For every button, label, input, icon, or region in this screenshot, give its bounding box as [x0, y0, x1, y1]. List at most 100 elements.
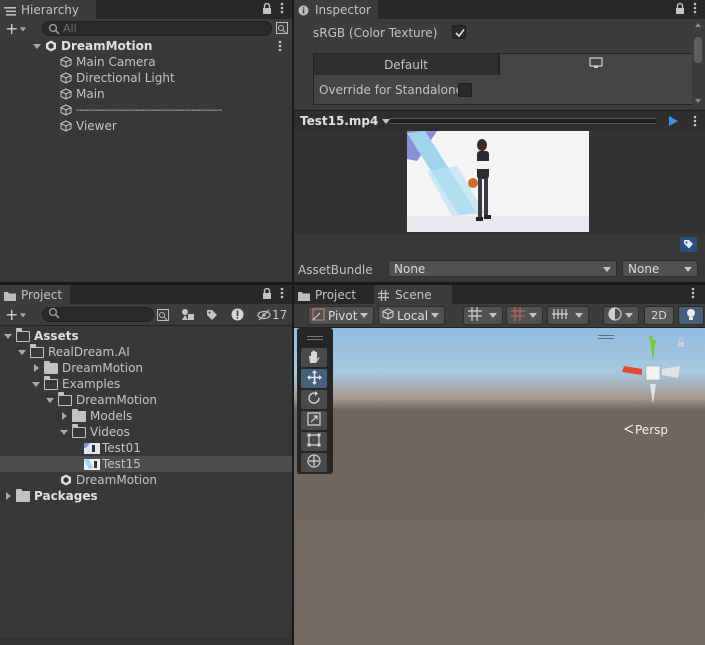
expand-chevron-icon[interactable] [33, 42, 41, 50]
more-options-icon[interactable] [693, 2, 697, 17]
scene-visibility-icon[interactable] [276, 22, 288, 37]
tree-item-test01[interactable]: Test01 [0, 440, 292, 456]
hierarchy-scene-row[interactable]: DreamMotion [0, 38, 292, 54]
tree-item-dreammotion-sub[interactable]: DreamMotion [0, 392, 292, 408]
preview-more-options-icon[interactable] [693, 115, 697, 130]
tree-item-label: Models [90, 409, 133, 423]
tree-item-realdream[interactable]: RealDream.AI [0, 344, 292, 360]
tree-item-packages[interactable]: Packages [0, 488, 292, 504]
lock-icon[interactable] [262, 287, 272, 302]
lock-icon[interactable] [262, 2, 272, 17]
lighting-toggle-button[interactable] [678, 306, 704, 325]
tab-scene[interactable]: Scene [374, 285, 452, 304]
search-by-scene-icon[interactable] [157, 309, 169, 324]
tree-item-test15[interactable]: Test15 [0, 456, 292, 472]
hierarchy-item-separator[interactable]: ----------------------------------------… [0, 102, 292, 118]
tree-item-videos[interactable]: Videos [0, 424, 292, 440]
expand-chevron-icon[interactable] [4, 332, 12, 340]
asset-labels-icon-box[interactable] [680, 237, 697, 252]
collapse-chevron-icon[interactable] [4, 492, 12, 500]
platform-tab-default[interactable]: Default [313, 53, 499, 75]
pivot-dropdown[interactable]: Pivot [308, 306, 374, 325]
hierarchy-tabbar: Hierarchy [0, 0, 292, 19]
draw-mode-dropdown[interactable] [603, 306, 639, 325]
scroll-down-arrow-icon[interactable] [695, 99, 701, 103]
srgb-checkbox[interactable] [452, 25, 466, 39]
expand-chevron-icon[interactable] [32, 380, 40, 388]
persp-label-wrap[interactable]: Persp [623, 423, 668, 437]
hidden-packages-count: 17 [272, 308, 288, 322]
add-icon[interactable]: + [5, 21, 18, 37]
gameobject-cube-icon [60, 104, 72, 116]
scene-viewport[interactable]: Persp [294, 328, 705, 645]
hidden-packages-icon[interactable] [257, 309, 271, 324]
add-icon[interactable]: + [5, 307, 18, 323]
log-errors-icon[interactable] [231, 308, 244, 324]
inspector-scrollbar[interactable] [692, 19, 705, 109]
local-cube-icon [382, 308, 394, 323]
collapse-chevron-icon[interactable] [60, 412, 68, 420]
more-options-icon[interactable] [280, 2, 284, 17]
more-options-icon[interactable] [280, 287, 284, 302]
scene-more-options-icon[interactable] [278, 40, 282, 55]
search-icon [48, 23, 60, 35]
tree-item-dreammotion-scene[interactable]: DreamMotion [0, 472, 292, 488]
hierarchy-item-main-camera[interactable]: Main Camera [0, 54, 292, 70]
snap-increment-button[interactable] [506, 306, 543, 325]
collapse-chevron-icon[interactable] [32, 364, 40, 372]
scale-tool-button[interactable] [301, 411, 327, 430]
preview-timeline-slider[interactable] [390, 118, 656, 124]
add-dropdown-chevron-icon[interactable] [19, 312, 27, 318]
chevron-down-icon [529, 313, 537, 318]
platform-tab-standalone[interactable] [499, 53, 693, 75]
tree-item-assets[interactable]: Assets [0, 328, 292, 344]
lock-icon[interactable] [675, 2, 685, 17]
toggle-2d-button[interactable]: 2D [644, 306, 674, 325]
tab-project[interactable]: Project [0, 285, 70, 304]
hand-tool-button[interactable] [301, 348, 327, 367]
tab-inspector[interactable]: Inspector [294, 0, 378, 19]
tree-item-examples[interactable]: Examples [0, 376, 292, 392]
project-search-input[interactable] [42, 307, 154, 322]
preview-asset-dropdown[interactable]: Test15.mp4 [300, 113, 391, 129]
folder-tab-icon [298, 290, 310, 301]
expand-chevron-icon[interactable] [60, 428, 68, 436]
tab-hierarchy[interactable]: Hierarchy [0, 0, 96, 19]
tree-item-label: Test15 [102, 457, 141, 471]
scene-panel: Project Scene Pivot Local 2D Persp [294, 285, 705, 645]
search-input[interactable]: All [42, 21, 272, 36]
expand-chevron-icon[interactable] [18, 348, 26, 356]
transform-tool-button[interactable] [301, 453, 327, 472]
filter-by-type-icon[interactable] [181, 308, 195, 324]
local-dropdown[interactable]: Local [378, 306, 445, 325]
more-options-icon[interactable] [691, 287, 695, 302]
tree-item-label: DreamMotion [76, 473, 158, 487]
orientation-gizmo[interactable] [612, 332, 692, 412]
assetbundle-variant-dropdown[interactable]: None [622, 260, 698, 277]
tool-palette-handle[interactable] [307, 336, 323, 340]
project-tab-controls [262, 285, 284, 304]
inspector-content: sRGB (Color Texture) Default Override fo… [294, 19, 705, 109]
override-checkbox[interactable] [458, 83, 472, 97]
hierarchy-item-viewer[interactable]: Viewer [0, 118, 292, 134]
tree-item-dreammotion-folder[interactable]: DreamMotion [0, 360, 292, 376]
grid-visibility-button[interactable] [463, 306, 503, 325]
scroll-up-arrow-icon[interactable] [695, 23, 701, 27]
tree-item-label: Examples [62, 377, 121, 391]
tab-project-secondary[interactable]: Project [294, 285, 368, 304]
hierarchy-item-main[interactable]: Main [0, 86, 292, 102]
filter-by-label-icon[interactable] [206, 309, 218, 324]
rotate-tool-button[interactable] [301, 390, 327, 409]
rect-transform-icon [307, 433, 321, 450]
tree-item-models[interactable]: Models [0, 408, 292, 424]
move-tool-button[interactable] [301, 369, 327, 388]
increment-snap-settings[interactable] [547, 306, 589, 325]
assetbundle-name-dropdown[interactable]: None [388, 260, 617, 277]
play-icon[interactable] [668, 115, 679, 130]
add-dropdown-chevron-icon[interactable] [19, 26, 27, 32]
scrollbar-thumb[interactable] [694, 37, 702, 63]
rect-tool-button[interactable] [301, 432, 327, 451]
expand-chevron-icon[interactable] [46, 396, 54, 404]
hierarchy-item-directional-light[interactable]: Directional Light [0, 70, 292, 86]
tab-project-label: Project [315, 287, 357, 302]
